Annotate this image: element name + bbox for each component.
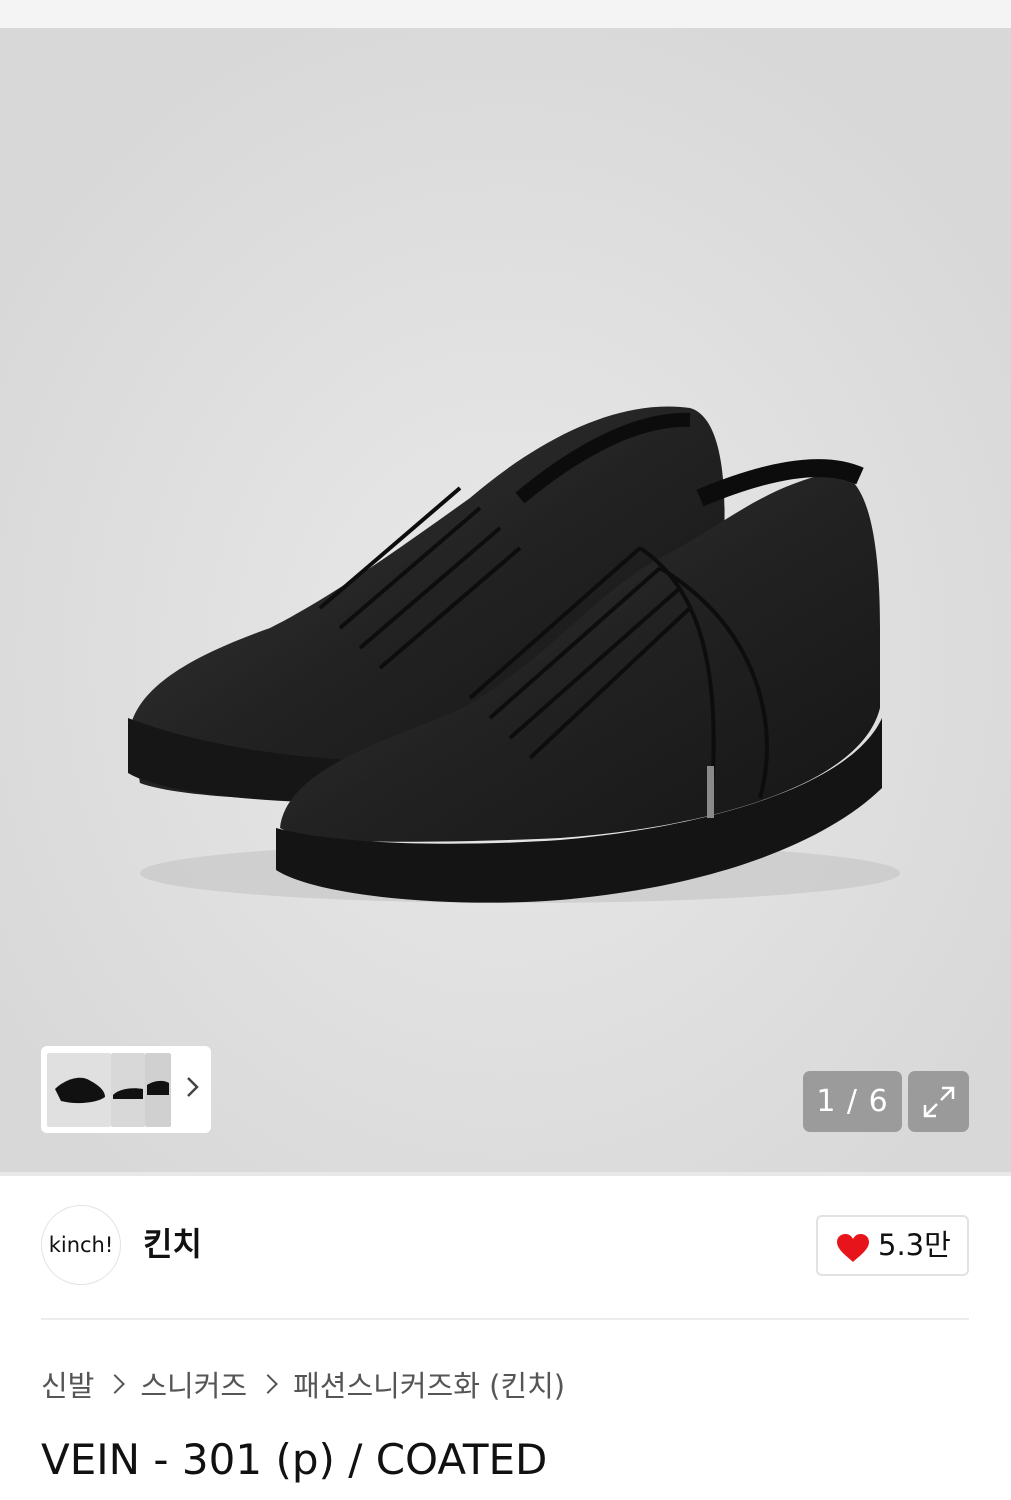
like-button[interactable]: 5.3만	[816, 1215, 969, 1276]
section-divider	[41, 1318, 969, 1320]
breadcrumb-item-shoes[interactable]: 신발	[41, 1363, 94, 1405]
image-counter: 1 / 6	[803, 1071, 902, 1132]
breadcrumb: 신발 스니커즈 패션스니커즈화 (킨치)	[41, 1362, 565, 1406]
thumbnail-strip	[41, 1046, 211, 1133]
product-image-sneakers	[0, 28, 1011, 1172]
expand-icon	[923, 1086, 955, 1118]
expand-button[interactable]	[908, 1071, 969, 1132]
thumbnail-1[interactable]	[47, 1053, 111, 1127]
chevron-right-icon	[105, 1374, 126, 1394]
thumbnail-2[interactable]	[111, 1053, 145, 1127]
breadcrumb-item-sneakers[interactable]: 스니커즈	[140, 1363, 247, 1405]
thumbnail-3[interactable]	[145, 1053, 171, 1127]
product-image-gallery[interactable]: 1 / 6	[0, 28, 1011, 1172]
brand-name[interactable]: 킨치	[143, 1222, 202, 1266]
product-title: VEIN - 301 (p) / COATED	[41, 1435, 548, 1484]
chevron-right-icon	[258, 1374, 279, 1394]
brand-logo[interactable]: kinch!	[41, 1205, 121, 1285]
top-strip	[0, 0, 1011, 28]
heart-icon	[837, 1234, 869, 1262]
like-count: 5.3만	[878, 1228, 951, 1262]
breadcrumb-item-fashion-sneakers[interactable]: 패션스니커즈화 (킨치)	[293, 1363, 565, 1405]
chevron-right-icon[interactable]	[183, 1072, 203, 1102]
gallery-divider	[0, 1172, 1011, 1176]
